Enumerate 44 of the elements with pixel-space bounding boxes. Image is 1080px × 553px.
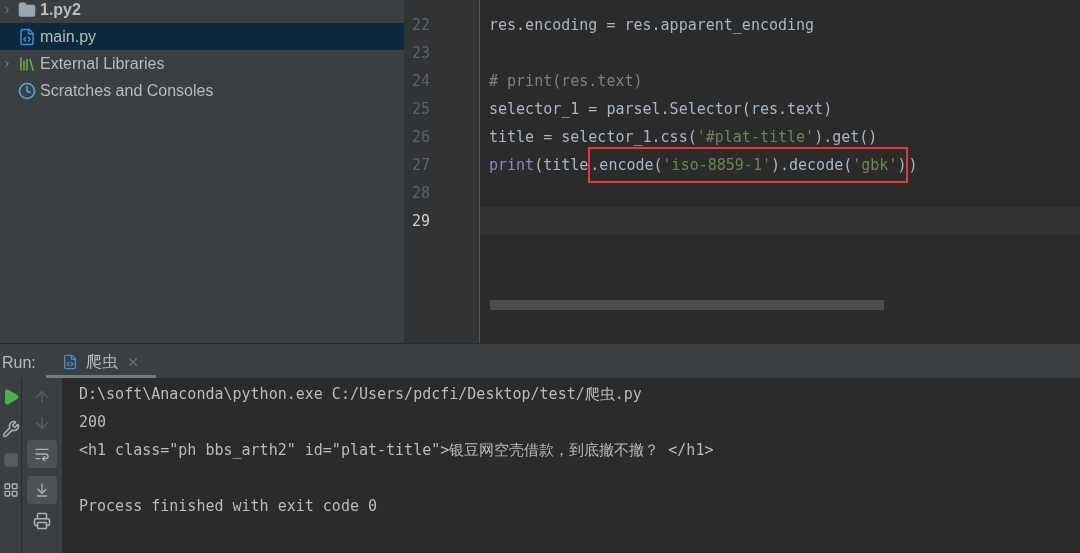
code-token: ): [897, 154, 907, 176]
line-number: 29: [412, 210, 431, 232]
tree-item[interactable]: 1.py2: [0, 0, 404, 23]
code-token: 'iso-8859-1': [662, 154, 771, 176]
wrench-icon[interactable]: [1, 420, 20, 438]
tree-item-label: Scratches and Consoles: [40, 80, 214, 101]
code-token: ): [908, 154, 918, 176]
code-token: ).get(): [814, 126, 878, 148]
scroll-down-icon: [34, 482, 50, 498]
code-token: 'gbk': [852, 154, 898, 176]
tree-item-label: main.py: [40, 26, 97, 47]
print-icon[interactable]: [33, 512, 51, 530]
code-token: '#plat-title': [696, 126, 815, 148]
run-label: Run:: [2, 353, 36, 373]
code-token: selector_1 = parsel.Selector(res.text): [489, 98, 833, 120]
stop-icon[interactable]: [2, 452, 19, 468]
code-token: title = selector_1.css(: [489, 126, 697, 148]
layout-icon[interactable]: [2, 482, 19, 498]
folder-icon: [18, 0, 36, 19]
tree-item[interactable]: main.py: [0, 23, 404, 50]
clock-icon: [18, 81, 36, 100]
console-line: Process finished with exit code 0: [79, 495, 377, 517]
code-token: .encode(: [590, 154, 663, 176]
code-token: print: [489, 154, 535, 176]
console-line: <h1 class="ph bbs_arth2" id="plat-title">银豆网空壳借款，到底撤不撤？ </h1>: [79, 439, 714, 461]
horizontal-scrollbar[interactable]: [490, 300, 884, 310]
soft-wrap-button[interactable]: [27, 440, 57, 468]
console-line: D:\soft\Anaconda\python.exe C:/Users/pdcfi/Desktop/test/爬虫.py: [79, 383, 642, 405]
tree-item-label: External Libraries: [40, 53, 165, 74]
tree-item[interactable]: Scratches and Consoles: [0, 77, 404, 104]
scroll-to-end-button[interactable]: [27, 476, 57, 504]
tab-label: 爬虫: [85, 351, 118, 372]
code-token: # print(res.text): [489, 70, 643, 92]
expand-icon[interactable]: [2, 58, 12, 69]
code-token: res.encoding = res.apparent_encoding: [489, 14, 815, 36]
expand-icon[interactable]: [2, 4, 12, 15]
code-token: (title: [534, 154, 589, 176]
tree-item-label: 1.py2: [40, 0, 81, 20]
wrap-icon: [34, 446, 50, 462]
console-line: 200: [79, 411, 107, 433]
code-token: ).decode(: [770, 154, 853, 176]
tree-item[interactable]: External Libraries: [0, 50, 404, 77]
library-icon: [18, 54, 36, 73]
down-arrow-icon[interactable]: [33, 414, 51, 432]
